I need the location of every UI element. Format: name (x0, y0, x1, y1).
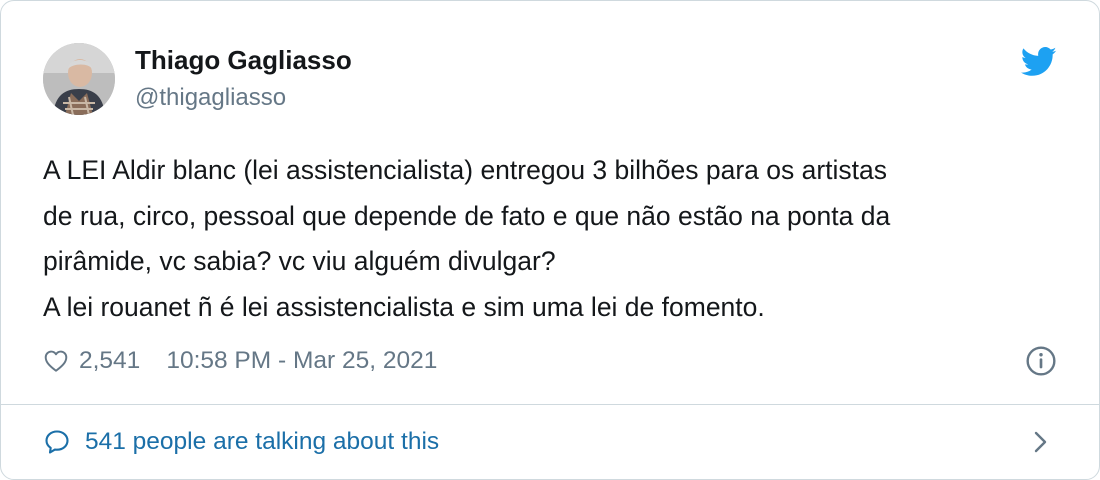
tweet-line: A lei rouanet ñ é lei assistencialista e… (43, 291, 765, 322)
chevron-right-icon[interactable] (1031, 427, 1051, 457)
tweet-text: A LEI Aldir blanc (lei assistencialista)… (43, 148, 1053, 330)
talking-about-label: 541 people are talking about this (85, 428, 440, 455)
speech-bubble-icon (45, 430, 69, 454)
tweet-timestamp[interactable]: 10:58 PM - Mar 25, 2021 (166, 347, 437, 375)
author-name[interactable]: Thiago Gagliasso (135, 45, 352, 76)
tweet-meta: 2,541 10:58 PM - Mar 25, 2021 (43, 343, 437, 379)
twitter-bird-icon[interactable] (1021, 47, 1057, 77)
tweet-line: pirâmide, vc sabia? vc viu alguém divulg… (43, 246, 556, 276)
author-avatar[interactable] (43, 43, 115, 115)
tweet-card: Thiago Gagliasso @thigagliasso A LEI Ald… (0, 0, 1100, 480)
info-circle-icon[interactable] (1025, 345, 1057, 377)
tweet-line: de rua, circo, pessoal que depende de fa… (43, 200, 891, 231)
heart-outline-icon[interactable] (43, 348, 69, 374)
tweet-line: A LEI Aldir blanc (lei assistencialista)… (43, 155, 888, 185)
divider (1, 404, 1099, 405)
author-handle[interactable]: @thigagliasso (135, 84, 286, 112)
profile-photo (43, 43, 115, 115)
like-count[interactable]: 2,541 (79, 347, 140, 375)
talking-about-link[interactable]: 541 people are talking about this (43, 424, 439, 460)
